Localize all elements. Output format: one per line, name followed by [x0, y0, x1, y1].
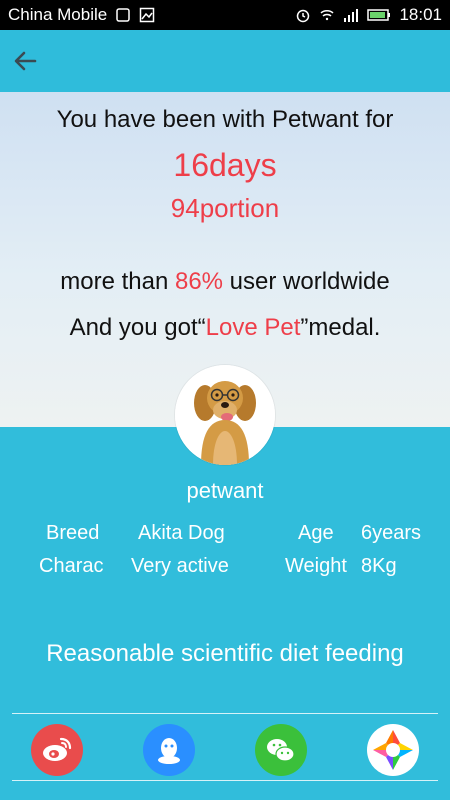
- status-bar: China Mobile 18:01: [0, 0, 450, 30]
- wifi-icon: [320, 10, 334, 21]
- dog-photo: [175, 365, 275, 465]
- age-label: Age: [298, 522, 334, 544]
- breed-label: Breed: [46, 522, 100, 544]
- charac-label: Charac: [39, 555, 104, 577]
- clock: 18:01: [399, 5, 442, 24]
- comparison-percent: 86%: [174, 268, 224, 295]
- portion-count: 94portion: [0, 193, 450, 224]
- charac-value: Very active: [131, 555, 229, 577]
- carrier-label: China Mobile: [8, 5, 108, 24]
- days-count: 16days: [0, 147, 450, 184]
- medal-prefix: And you got“: [69, 314, 206, 341]
- with-petwant-label: You have been with Petwant for: [56, 106, 394, 133]
- days-unit: days: [209, 147, 277, 183]
- back-button[interactable]: [10, 46, 40, 76]
- medal-text: And you got“Love Pet”medal.: [0, 314, 450, 342]
- weight-label: Weight: [285, 555, 347, 577]
- breed-value: Akita Dog: [138, 522, 225, 544]
- days-value: 16: [173, 147, 209, 183]
- age-value: 6years: [361, 522, 422, 544]
- portion-unit: portion: [199, 193, 280, 223]
- share-weibo-button[interactable]: [31, 724, 83, 776]
- alarm-icon: [297, 9, 310, 23]
- app-bar: [0, 30, 450, 92]
- share-qq-button[interactable]: [143, 724, 195, 776]
- medal-name: Love Pet: [205, 314, 301, 341]
- status-right: 18:01: [295, 5, 442, 25]
- divider-bottom: [12, 780, 438, 781]
- weibo-icon: [43, 737, 72, 761]
- share-moments-button[interactable]: [367, 724, 419, 776]
- pet-avatar[interactable]: [175, 365, 275, 465]
- sim-icon: [116, 8, 130, 22]
- image-icon: [139, 7, 155, 23]
- comparison-suffix: user worldwide: [223, 268, 390, 295]
- portion-value: 94: [170, 193, 200, 223]
- moments-icon: [373, 730, 413, 770]
- comparison-text: more than 86% user worldwide: [0, 268, 450, 296]
- divider-top: [12, 713, 438, 714]
- comparison-prefix: more than: [60, 268, 175, 295]
- battery-icon: [367, 9, 391, 21]
- qq-icon: [158, 738, 180, 764]
- pet-name: petwant: [186, 478, 264, 503]
- medal-suffix: ”medal.: [300, 314, 381, 341]
- arrow-left-icon: [14, 51, 37, 71]
- status-left: China Mobile: [8, 5, 155, 25]
- signal-icon: [344, 9, 359, 22]
- weight-value: 8Kg: [361, 555, 397, 577]
- diet-note: Reasonable scientific diet feeding: [46, 640, 404, 667]
- share-wechat-button[interactable]: [255, 724, 307, 776]
- wechat-icon: [267, 739, 295, 762]
